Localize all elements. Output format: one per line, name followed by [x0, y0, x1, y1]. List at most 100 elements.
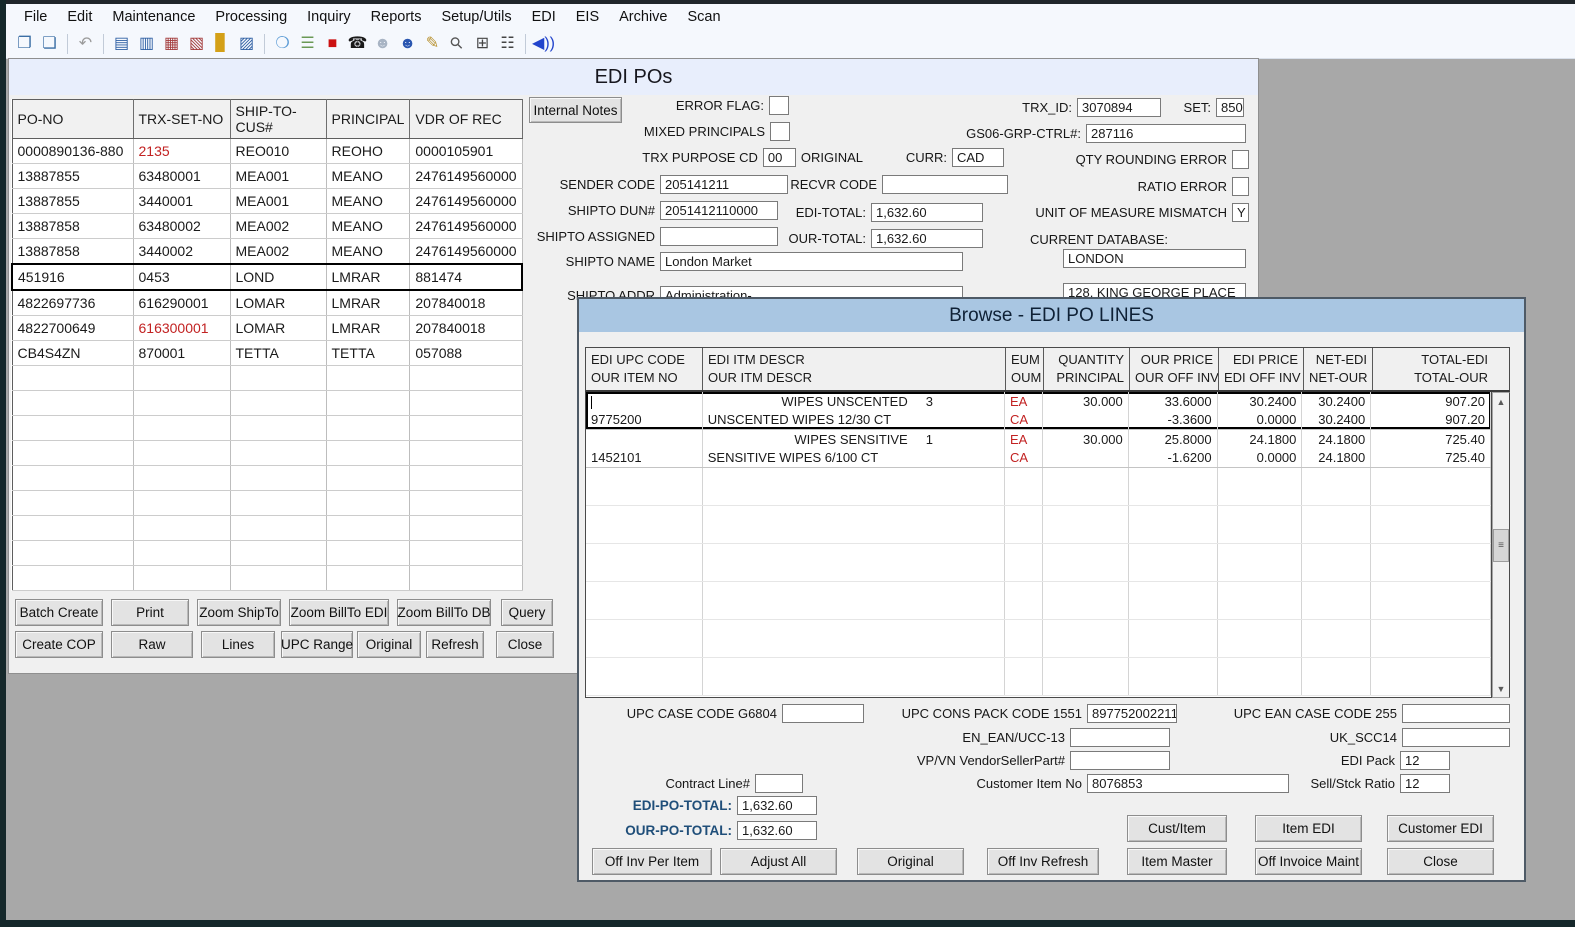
- search-icon[interactable]: ⚲: [442, 28, 474, 60]
- uk-scc14-input[interactable]: [1402, 728, 1510, 747]
- menu-edit[interactable]: Edit: [57, 6, 102, 28]
- sender-code-input[interactable]: 205141211: [660, 175, 788, 194]
- menu-reports[interactable]: Reports: [361, 6, 432, 28]
- browse-col-net-edi[interactable]: NET-EDINET-OUR: [1304, 348, 1373, 390]
- curr-input[interactable]: CAD: [952, 148, 1004, 167]
- table-row[interactable]: 0000890136-8802135REO010REOHO0000105901: [12, 139, 522, 164]
- edi-col-vdr-of-rec[interactable]: VDR OF REC: [410, 100, 522, 139]
- edi-total-input[interactable]: 1,632.60: [871, 203, 983, 222]
- upc-cons-pack-code-input[interactable]: 897752002211: [1087, 704, 1177, 723]
- next-form-icon[interactable]: ▧: [185, 33, 208, 55]
- browse-row-empty[interactable]: [586, 582, 1491, 620]
- raw-button[interactable]: Raw: [111, 631, 193, 658]
- table-row-empty[interactable]: [12, 416, 522, 441]
- table-row[interactable]: 138878583440002MEA002MEANO2476149560000: [12, 239, 522, 265]
- scrollbar-down-icon[interactable]: ▼: [1493, 680, 1509, 697]
- vpvn-vendor-seller-part-input[interactable]: [1070, 751, 1170, 770]
- open-folder-up-icon[interactable]: ❏: [38, 33, 61, 55]
- original-button[interactable]: Original: [357, 631, 421, 658]
- ratio-error-input[interactable]: [1232, 177, 1249, 196]
- trx-purpose-input[interactable]: 00: [763, 148, 796, 167]
- browse-table-scrollbar[interactable]: ▲ ≡ ▼: [1492, 392, 1510, 698]
- user-icon[interactable]: ☻: [371, 33, 394, 55]
- browse-row-empty[interactable]: [586, 506, 1491, 544]
- zoom-billto-db-button[interactable]: Zoom BillTo DB: [397, 599, 491, 626]
- edi-po-total-input[interactable]: 1,632.60: [737, 796, 817, 815]
- database-name-box[interactable]: LONDON: [1063, 249, 1246, 268]
- sound-icon[interactable]: ◀)): [532, 33, 555, 55]
- close-button[interactable]: Close: [1387, 848, 1494, 875]
- browse-col-our-price[interactable]: OUR PRICEOUR OFF INV: [1130, 348, 1219, 390]
- table-row-empty[interactable]: [12, 491, 522, 516]
- table-row-empty[interactable]: [12, 391, 522, 416]
- open-folder-icon[interactable]: ❐: [13, 33, 36, 55]
- menu-archive[interactable]: Archive: [609, 6, 677, 28]
- chart-columns-icon[interactable]: ▊: [210, 33, 233, 55]
- query-button[interactable]: Query: [501, 599, 553, 626]
- browse-col-quantity[interactable]: QUANTITYPRINCIPAL: [1044, 348, 1130, 390]
- original-button[interactable]: Original: [857, 848, 964, 875]
- lines-button[interactable]: Lines: [201, 631, 275, 658]
- scrollbar-up-icon[interactable]: ▲: [1493, 393, 1509, 410]
- browse-row-empty[interactable]: [586, 658, 1491, 696]
- edi-col-ship-to-cus[interactable]: SHIP-TO-CUS#: [230, 100, 326, 139]
- cust-item-button[interactable]: Cust/Item: [1127, 815, 1227, 842]
- browse-col-edi-price[interactable]: EDI PRICEEDI OFF INV: [1219, 348, 1304, 390]
- scrollbar-thumb[interactable]: ≡: [1493, 529, 1509, 562]
- grid-icon[interactable]: ⊞: [471, 33, 494, 55]
- shipto-name-input[interactable]: London Market: [660, 252, 963, 271]
- browse-col-eum[interactable]: EUMOUM: [1006, 348, 1044, 390]
- upc-case-code-input[interactable]: [782, 704, 864, 723]
- table-row-empty[interactable]: [12, 366, 522, 391]
- shipto-dun-input[interactable]: 2051412110000: [660, 201, 778, 220]
- menu-processing[interactable]: Processing: [205, 6, 297, 28]
- menu-eis[interactable]: EIS: [566, 6, 609, 28]
- off-invoice-maint-button[interactable]: Off Invoice Maint: [1255, 848, 1362, 875]
- table-row[interactable]: 4822697736616290001LOMARLMRAR207840018: [12, 290, 522, 316]
- users-icon[interactable]: ☻: [396, 33, 419, 55]
- mixed-principals-input[interactable]: [770, 122, 790, 141]
- list-icon[interactable]: ☰: [296, 33, 319, 55]
- browse-col-edi-itm-descr[interactable]: EDI ITM DESCROUR ITM DESCR: [703, 348, 1006, 390]
- recvr-code-input[interactable]: [882, 175, 1008, 194]
- sell-stck-ratio-input[interactable]: 12: [1400, 774, 1450, 793]
- gs06-grp-ctrl-input[interactable]: 287116: [1086, 124, 1246, 143]
- our-po-total-input[interactable]: 1,632.60: [737, 821, 817, 840]
- off-inv-refresh-button[interactable]: Off Inv Refresh: [987, 848, 1099, 875]
- menu-file[interactable]: File: [14, 6, 57, 28]
- adjust-all-button[interactable]: Adjust All: [720, 848, 837, 875]
- table-row-selected[interactable]: 4519160453LONDLMRAR881474: [12, 264, 522, 290]
- browse-row-empty[interactable]: [586, 620, 1491, 658]
- shipto-assigned-input[interactable]: [660, 227, 778, 246]
- menu-maintenance[interactable]: Maintenance: [102, 6, 205, 28]
- table-row-empty[interactable]: [12, 466, 522, 491]
- table-row-empty[interactable]: [12, 566, 522, 591]
- off-inv-per-item-button[interactable]: Off Inv Per Item: [592, 848, 712, 875]
- browse-row-empty[interactable]: [586, 468, 1491, 506]
- table-row[interactable]: 138878553440001MEA001MEANO2476149560000: [12, 189, 522, 214]
- table-row[interactable]: CB4S4ZN870001TETTATETTA057088: [12, 341, 522, 366]
- item-master-button[interactable]: Item Master: [1127, 848, 1227, 875]
- set-input[interactable]: 850: [1216, 98, 1244, 117]
- phone-icon[interactable]: ☎: [346, 33, 369, 55]
- edi-col-trx-set-no[interactable]: TRX-SET-NO: [133, 100, 230, 139]
- trx-id-input[interactable]: 3070894: [1077, 98, 1161, 117]
- create-cop-button[interactable]: Create COP: [15, 631, 103, 658]
- new-form-icon[interactable]: ▤: [110, 33, 133, 55]
- table-row[interactable]: 1388785863480002MEA002MEANO2476149560000: [12, 214, 522, 239]
- table-row-empty[interactable]: [12, 441, 522, 466]
- zoom-shipto-button[interactable]: Zoom ShipTo: [197, 599, 281, 626]
- qty-rounding-error-input[interactable]: [1232, 150, 1249, 169]
- menu-edi[interactable]: EDI: [522, 6, 566, 28]
- detail-form-icon[interactable]: ▥: [135, 33, 158, 55]
- item-edi-button[interactable]: Item EDI: [1255, 815, 1362, 842]
- uom-mismatch-input[interactable]: Y: [1232, 203, 1249, 222]
- tree-icon[interactable]: ☷: [496, 33, 519, 55]
- refresh-button[interactable]: Refresh: [426, 631, 484, 658]
- batch-create-button[interactable]: Batch Create: [15, 599, 103, 626]
- dropdown-form-icon[interactable]: ▨: [235, 33, 258, 55]
- error-flag-input[interactable]: [769, 96, 789, 115]
- menu-inquiry[interactable]: Inquiry: [297, 6, 361, 28]
- edi-pack-input[interactable]: 12: [1400, 751, 1450, 770]
- our-total-input[interactable]: 1,632.60: [871, 229, 983, 248]
